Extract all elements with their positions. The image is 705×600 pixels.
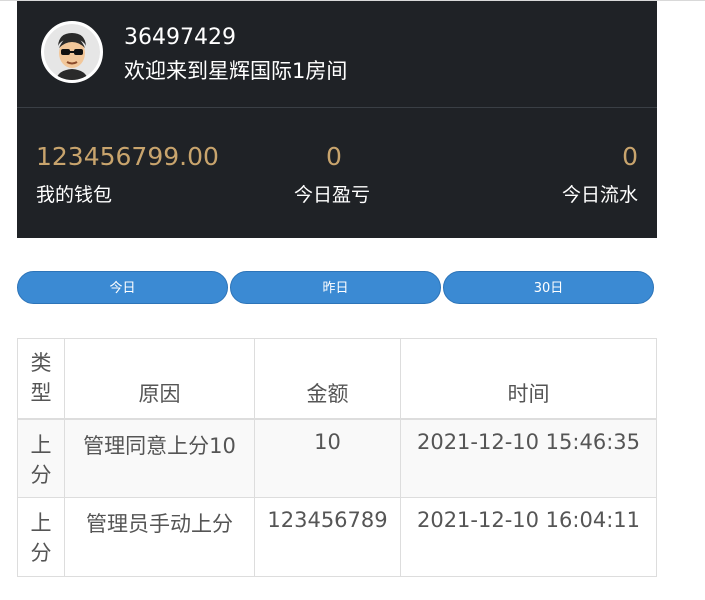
table-header-row: 类 型 原因 金额 时间 [17,338,657,420]
cell-amount: 123456789 [254,497,401,577]
today-profit-label: 今日盈亏 [294,184,371,206]
records-table: 类 型 原因 金额 时间 上 分 管理同意上分10 10 2021-12-10 … [17,338,657,577]
cell-amount: 10 [254,418,401,498]
account-panel: 36497429 欢迎来到星辉国际1房间 123456799.00 我的钱包 0… [17,1,657,238]
table-row: 上 分 管理同意上分10 10 2021-12-10 15:46:35 [17,418,657,498]
date-range-tabs: 今日 昨日 30日 [17,271,657,305]
cell-type: 上 分 [17,418,65,498]
wallet-label: 我的钱包 [36,184,113,206]
wallet-balance: 123456799.00 [36,142,219,171]
user-row: 36497429 欢迎来到星辉国际1房间 [17,1,657,108]
cell-time: 2021-12-10 16:04:11 [400,497,657,577]
col-amount: 金额 [254,338,401,420]
cell-type: 上 分 [17,497,65,577]
col-time: 时间 [400,338,657,420]
cell-reason: 管理员手动上分 [64,497,255,577]
cell-time: 2021-12-10 15:46:35 [400,418,657,498]
tab-30-days[interactable]: 30日 [443,271,654,304]
welcome-text: 欢迎来到星辉国际1房间 [124,59,348,83]
cell-reason: 管理同意上分10 [64,418,255,498]
user-id: 36497429 [124,25,236,50]
today-turnover-label: 今日流水 [561,184,638,206]
tab-yesterday[interactable]: 昨日 [230,271,441,304]
col-type: 类 型 [17,338,65,420]
cartoon-face-with-sunglasses-icon [44,24,100,80]
tab-today[interactable]: 今日 [17,271,228,304]
today-profit-value: 0 [326,142,342,171]
avatar[interactable] [41,21,103,83]
today-turnover-value: 0 [622,142,638,171]
col-reason: 原因 [64,338,255,420]
table-row: 上 分 管理员手动上分 123456789 2021-12-10 16:04:1… [17,497,657,577]
